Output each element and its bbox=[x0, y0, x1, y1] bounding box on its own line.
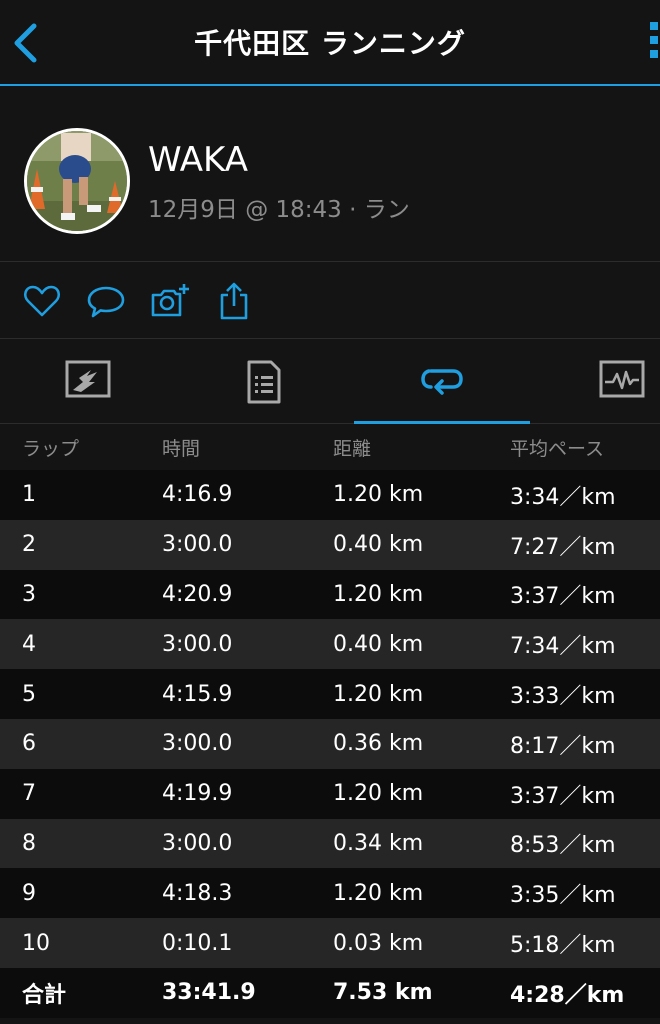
table-header: ラップ 時間 距離 平均ペース bbox=[0, 424, 660, 470]
lap-number: 4 bbox=[22, 631, 36, 657]
lap-time: 4:20.9 bbox=[162, 581, 233, 607]
tab-laps[interactable] bbox=[354, 340, 530, 425]
laps-icon bbox=[421, 369, 463, 395]
chart-icon bbox=[599, 360, 645, 398]
runner-photo bbox=[27, 131, 127, 231]
lap-time: 3:00.0 bbox=[162, 731, 233, 757]
lap-distance: 0.36 km bbox=[333, 731, 424, 757]
table-row[interactable]: 4 3:00.0 0.40 km 7:34／km bbox=[0, 619, 660, 670]
lap-distance: 1.20 km bbox=[333, 482, 424, 508]
lap-pace: 5:18／km bbox=[510, 933, 616, 959]
lap-pace: 8:17／km bbox=[510, 733, 616, 759]
lap-distance: 1.20 km bbox=[333, 681, 424, 707]
map-icon bbox=[65, 360, 111, 398]
table-row[interactable]: 7 4:19.9 1.20 km 3:37／km bbox=[0, 768, 660, 819]
lap-distance: 1.20 km bbox=[333, 880, 424, 906]
social-actions bbox=[0, 263, 660, 339]
table-row[interactable]: 2 3:00.0 0.40 km 7:27／km bbox=[0, 519, 660, 570]
lap-pace: 7:34／km bbox=[510, 634, 616, 660]
avatar[interactable] bbox=[24, 128, 130, 234]
lap-pace: 3:35／km bbox=[510, 883, 616, 909]
total-time: 33:41.9 bbox=[162, 980, 256, 1006]
totals-row: 合計 33:41.9 7.53 km 4:28／km bbox=[0, 967, 660, 1018]
lap-pace: 3:34／km bbox=[510, 484, 616, 510]
table-row[interactable]: 3 4:20.9 1.20 km 3:37／km bbox=[0, 569, 660, 620]
page-title: 千代田区 ランニング bbox=[194, 27, 466, 60]
lap-distance: 1.20 km bbox=[333, 781, 424, 807]
lap-pace: 3:37／km bbox=[510, 783, 616, 809]
tab-stats[interactable] bbox=[176, 340, 352, 424]
column-distance: 距離 bbox=[333, 437, 372, 460]
lap-time: 4:16.9 bbox=[162, 482, 233, 508]
lap-pace: 8:53／km bbox=[510, 833, 616, 859]
table-row[interactable]: 5 4:15.9 1.20 km 3:33／km bbox=[0, 669, 660, 719]
activity-date-type: 12月9日 @ 18:43 · ラン bbox=[148, 197, 410, 223]
total-distance: 7.53 km bbox=[333, 980, 433, 1006]
activity-detail-screen: 千代田区 ランニング WAKA 12月9日 @ 18:43 · ラン ラップ 時… bbox=[0, 0, 660, 1024]
lap-number: 2 bbox=[22, 532, 36, 558]
lap-distance: 0.03 km bbox=[333, 930, 424, 956]
activity-owner: WAKA 12月9日 @ 18:43 · ラン bbox=[0, 88, 660, 262]
column-avg-pace: 平均ペース bbox=[510, 437, 605, 460]
lap-number: 8 bbox=[22, 830, 36, 856]
heart-icon bbox=[23, 285, 61, 317]
column-time: 時間 bbox=[162, 437, 201, 460]
menu-dot-icon bbox=[650, 22, 658, 30]
tab-map[interactable] bbox=[0, 340, 176, 424]
column-lap: ラップ bbox=[22, 437, 80, 460]
add-photo-icon bbox=[151, 284, 189, 317]
lap-distance: 0.34 km bbox=[333, 830, 424, 856]
share-icon bbox=[220, 282, 248, 320]
lap-distance: 1.20 km bbox=[333, 581, 424, 607]
lap-number: 3 bbox=[22, 581, 36, 607]
lap-pace: 3:37／km bbox=[510, 584, 616, 610]
lap-number: 1 bbox=[22, 482, 36, 508]
lap-number: 7 bbox=[22, 781, 36, 807]
lap-distance: 0.40 km bbox=[333, 532, 424, 558]
comment-icon bbox=[87, 286, 125, 318]
like-button[interactable] bbox=[22, 281, 62, 321]
table-row[interactable]: 6 3:00.0 0.36 km 8:17／km bbox=[0, 718, 660, 769]
detail-tabs bbox=[0, 340, 660, 425]
comment-button[interactable] bbox=[86, 281, 126, 321]
lap-distance: 0.40 km bbox=[333, 631, 424, 657]
lap-time: 3:00.0 bbox=[162, 532, 233, 558]
top-bar: 千代田区 ランニング bbox=[0, 0, 660, 86]
lap-time: 3:00.0 bbox=[162, 830, 233, 856]
lap-time: 0:10.1 bbox=[162, 930, 233, 956]
total-pace: 4:28／km bbox=[510, 982, 625, 1008]
lap-time: 3:00.0 bbox=[162, 631, 233, 657]
table-row[interactable]: 9 4:18.3 1.20 km 3:35／km bbox=[0, 868, 660, 919]
table-row[interactable]: 1 4:16.9 1.20 km 3:34／km bbox=[0, 470, 660, 520]
stats-icon bbox=[247, 360, 281, 404]
lap-time: 4:19.9 bbox=[162, 781, 233, 807]
user-name[interactable]: WAKA bbox=[148, 140, 248, 180]
lap-pace: 7:27／km bbox=[510, 534, 616, 560]
lap-number: 6 bbox=[22, 731, 36, 757]
menu-dot-icon bbox=[650, 50, 658, 58]
add-photo-button[interactable] bbox=[150, 281, 190, 321]
lap-number: 5 bbox=[22, 681, 36, 707]
lap-time: 4:15.9 bbox=[162, 681, 233, 707]
menu-dot-icon bbox=[650, 36, 658, 44]
lap-pace: 3:33／km bbox=[510, 684, 616, 710]
more-menu-button[interactable] bbox=[650, 22, 660, 66]
lap-number: 9 bbox=[22, 880, 36, 906]
total-label: 合計 bbox=[22, 982, 67, 1008]
lap-time: 4:18.3 bbox=[162, 880, 233, 906]
table-row[interactable]: 8 3:00.0 0.34 km 8:53／km bbox=[0, 818, 660, 869]
share-button[interactable] bbox=[214, 281, 254, 321]
lap-number: 10 bbox=[22, 930, 50, 956]
table-row[interactable]: 10 0:10.1 0.03 km 5:18／km bbox=[0, 918, 660, 968]
laps-table: ラップ 時間 距離 平均ペース 1 4:16.9 1.20 km 3:34／km… bbox=[0, 424, 660, 1018]
tab-charts[interactable] bbox=[534, 340, 660, 424]
